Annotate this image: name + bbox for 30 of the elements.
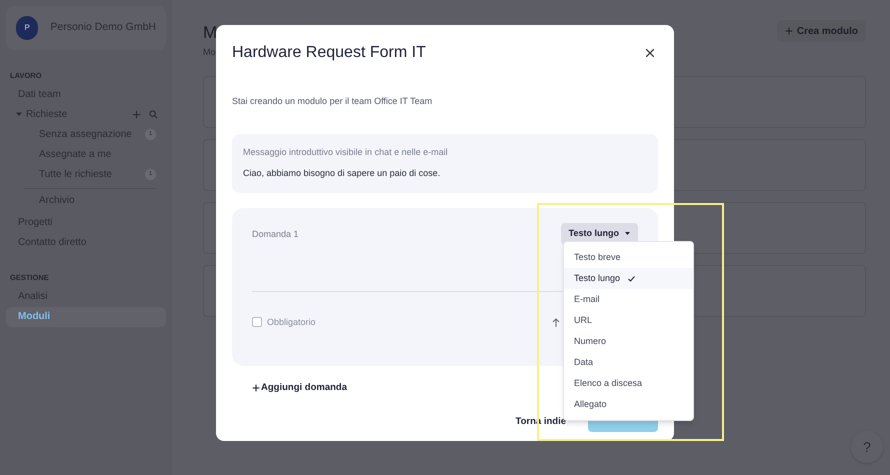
page-title: M bbox=[203, 22, 218, 44]
plus-icon bbox=[132, 110, 141, 119]
menu-option[interactable]: Testo lungo bbox=[564, 268, 693, 289]
field-value: Ciao, abbiamo bisogno di sapere un paio di cose. bbox=[243, 167, 442, 180]
check-icon bbox=[628, 276, 636, 282]
caret-icon bbox=[625, 232, 630, 235]
menu-option[interactable]: Testo breve bbox=[564, 247, 693, 268]
required-label: Obbligatorio bbox=[267, 316, 316, 329]
sidebar-item[interactable]: Moduli bbox=[6, 306, 166, 326]
menu-option[interactable]: Data bbox=[564, 352, 693, 373]
plus-icon bbox=[252, 384, 260, 392]
required-checkbox[interactable] bbox=[252, 317, 262, 328]
field-label: Messaggio introduttivo visibile in chat e nelle e-mail bbox=[243, 146, 449, 159]
intro-message-field[interactable]: Messaggio introduttivo visibile in chat e nelle e-mail Ciao, abbiamo bisogno di sapere un paio di cose. bbox=[232, 134, 658, 192]
avatar: P bbox=[16, 16, 38, 40]
caret-icon[interactable] bbox=[16, 111, 22, 118]
intro-text: Stai creando un modulo per il team Office IT Team bbox=[232, 95, 434, 108]
menu-option[interactable]: URL bbox=[564, 310, 693, 331]
plus-icon bbox=[784, 27, 793, 35]
menu-option[interactable]: Elenco a discesa bbox=[564, 373, 693, 394]
menu-option[interactable]: Allegato bbox=[564, 394, 693, 415]
menu-option[interactable]: Numero bbox=[564, 331, 693, 352]
question-label: Domanda 1 bbox=[252, 228, 299, 240]
menu-option[interactable]: E-mail bbox=[564, 289, 693, 310]
close-icon[interactable] bbox=[646, 49, 654, 57]
create-form-button[interactable]: Crea modulo bbox=[776, 20, 866, 42]
add-question-button[interactable]: Aggiungi domanda bbox=[252, 380, 348, 395]
search-icon[interactable] bbox=[149, 110, 158, 119]
arrow-up-icon[interactable] bbox=[552, 318, 560, 327]
modal-title: Hardware Request Form IT bbox=[232, 43, 426, 63]
